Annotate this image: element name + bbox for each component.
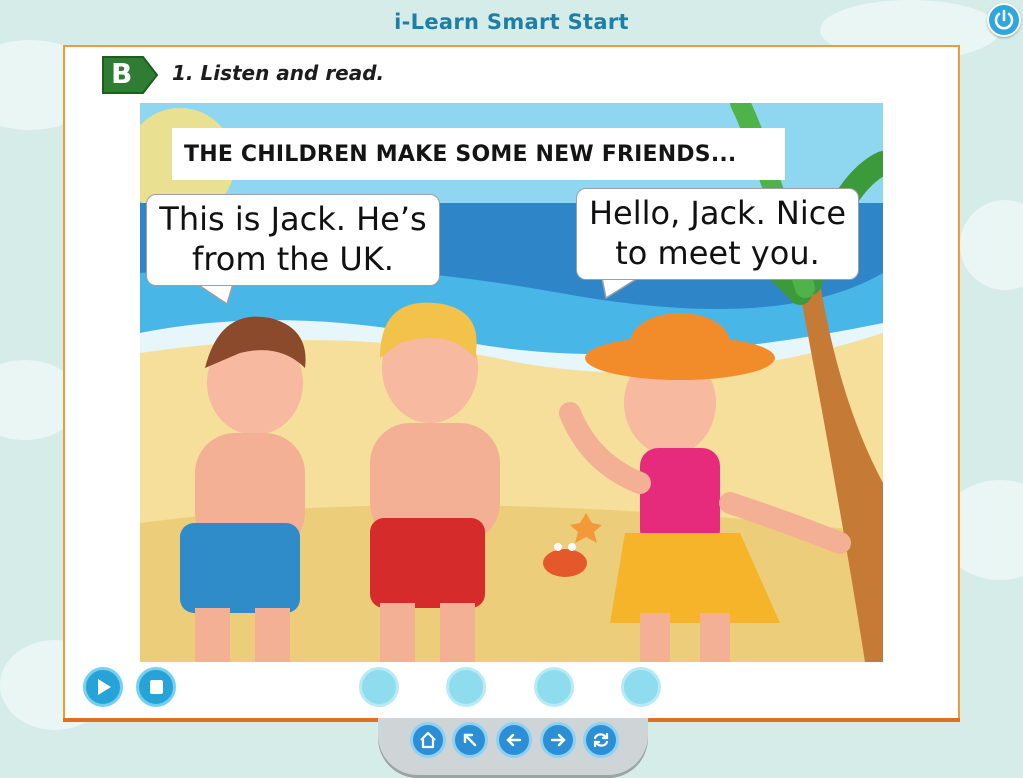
power-button[interactable] <box>987 3 1021 37</box>
story-illustration <box>140 103 883 662</box>
speech-bubble-greeting: Hello, Jack. Nice to meet you. <box>576 188 859 280</box>
page-dot-4[interactable] <box>621 667 661 707</box>
speech-bubble-line: This is Jack. He’s <box>159 200 427 238</box>
next-button[interactable] <box>540 722 576 758</box>
refresh-button[interactable] <box>583 722 619 758</box>
home-button[interactable] <box>410 722 446 758</box>
back-icon <box>506 733 522 747</box>
stop-button[interactable] <box>136 667 176 707</box>
power-icon <box>994 9 1014 30</box>
home-icon <box>420 731 436 749</box>
back-button[interactable] <box>496 722 532 758</box>
bubble-tail <box>195 283 235 305</box>
stop-icon <box>150 680 163 694</box>
speech-bubble-line: Hello, Jack. Nice <box>588 194 847 232</box>
speech-bubble-line: to meet you. <box>615 234 820 272</box>
section-badge: B <box>99 53 159 97</box>
instruction-text: 1. Listen and read. <box>172 61 385 85</box>
page-dot-2[interactable] <box>446 667 486 707</box>
speech-bubble-jack-intro: This is Jack. He’s from the UK. <box>146 194 440 286</box>
play-icon <box>98 679 111 695</box>
background-cloud <box>960 200 1023 290</box>
next-icon <box>550 733 566 747</box>
up-button[interactable] <box>452 722 488 758</box>
play-button[interactable] <box>83 667 123 707</box>
bubble-tail <box>600 277 640 299</box>
story-caption: THE CHILDREN MAKE SOME NEW FRIENDS... <box>172 128 785 180</box>
page-dot-1[interactable] <box>359 667 399 707</box>
page-dot-3[interactable] <box>534 667 574 707</box>
section-badge-letter: B <box>111 57 133 90</box>
app-title: i-Learn Smart Start <box>394 10 629 34</box>
beach-scene <box>140 103 883 662</box>
up-icon <box>463 733 477 747</box>
speech-bubble-line: from the UK. <box>192 240 394 278</box>
refresh-icon <box>593 732 609 748</box>
